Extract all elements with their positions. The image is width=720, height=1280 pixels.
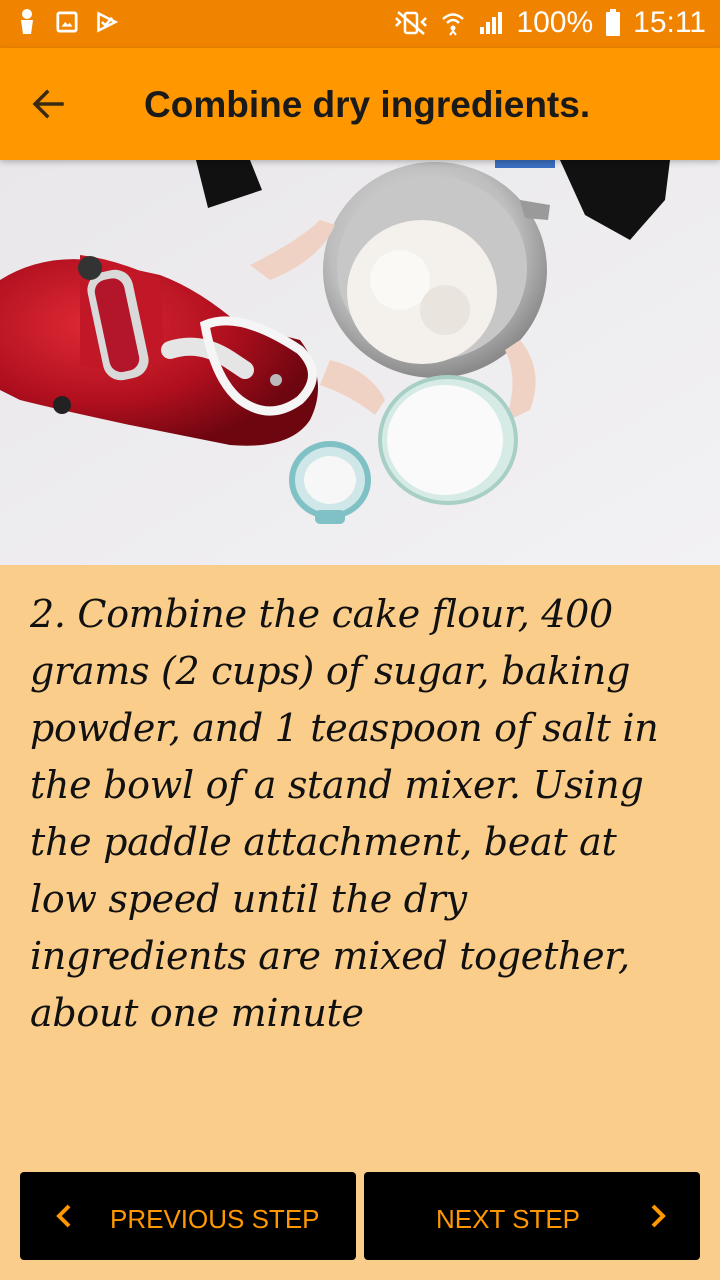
- next-step-label: NEXT STEP: [436, 1204, 581, 1234]
- previous-step-button[interactable]: PREVIOUS STEP: [20, 1172, 356, 1260]
- step-instructions: 2. Combine the cake flour, 400 grams (2 …: [30, 592, 659, 1035]
- image-icon: [56, 8, 78, 36]
- app-bar: Combine dry ingredients.: [0, 48, 720, 160]
- step-image: [0, 160, 720, 565]
- page-title: Combine dry ingredients.: [144, 84, 591, 125]
- clock: 15:11: [633, 6, 706, 39]
- vibrate-icon: [394, 9, 428, 37]
- battery-icon: [605, 9, 621, 37]
- next-step-button[interactable]: NEXT STEP: [364, 1172, 700, 1260]
- check-icon: [96, 8, 118, 36]
- status-bar: 100% 15:11: [0, 0, 720, 48]
- previous-step-label: PREVIOUS STEP: [110, 1204, 320, 1234]
- chevron-right-icon: [651, 1204, 666, 1228]
- chevron-left-icon: [56, 1204, 71, 1228]
- back-button[interactable]: [20, 76, 76, 132]
- notification-icons: [16, 8, 118, 36]
- battery-percent: 100%: [516, 6, 594, 39]
- system-icons: 100% 15:11: [394, 6, 706, 40]
- arrow-back-icon: [32, 89, 64, 119]
- person-icon: [16, 8, 38, 36]
- mixer-photo: [0, 160, 720, 565]
- wifi-icon: [440, 9, 466, 37]
- signal-icon: [478, 9, 504, 37]
